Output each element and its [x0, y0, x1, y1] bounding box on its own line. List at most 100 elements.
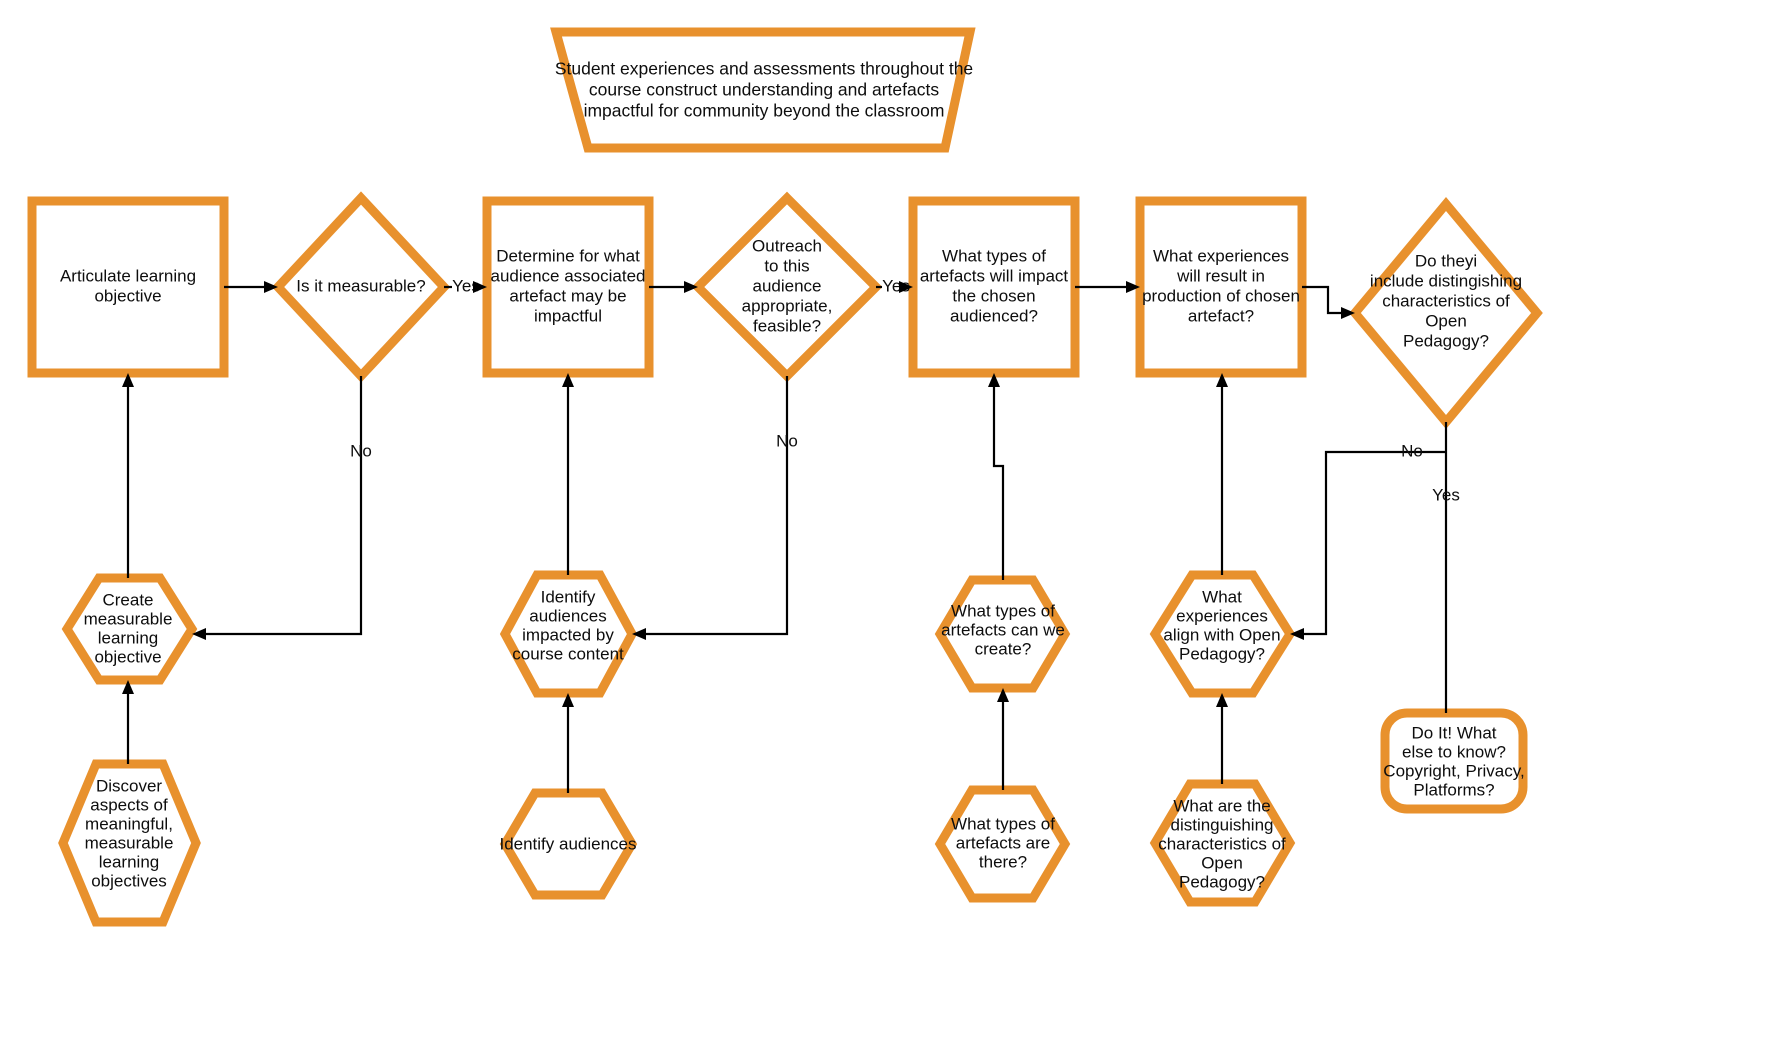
determine-audience-line-3: impactful — [534, 306, 602, 325]
distinguishing-open-pedagogy-line-3: Open — [1425, 311, 1467, 330]
create-measurable-objective-line-1: measurable — [84, 609, 173, 628]
edge-artefacts-there-to-artefacts-create — [997, 688, 1009, 790]
experiences-align-open-pedagogy-line-3: Pedagogy? — [1179, 644, 1265, 663]
distinguishing-characteristics-line-3: Open — [1201, 853, 1243, 872]
experiences-production-line-3: artefact? — [1188, 306, 1254, 325]
edge-measurable-yes-to-determine: Yes — [444, 276, 487, 295]
discover-aspects-line-5: objectives — [91, 871, 167, 890]
edge-identify-impacted-to-determine — [562, 373, 574, 575]
distinguishing-characteristics-line-0: What are the — [1173, 796, 1270, 815]
edge-label-pedagogy-yes: Yes — [1432, 485, 1460, 504]
node-articulate-learning-objective[interactable]: Articulate learning objective — [27, 196, 229, 378]
artefact-types-impact-line-1: artefacts will impact — [920, 266, 1069, 285]
determine-audience-line-1: audience associated — [490, 266, 645, 285]
edge-line — [992, 383, 1005, 580]
artefacts-are-there-line-1: artefacts are — [956, 833, 1051, 852]
distinguishing-open-pedagogy-line-4: Pedagogy? — [1403, 331, 1489, 350]
discover-aspects-line-2: meaningful, — [85, 814, 173, 833]
identify-audiences-impacted-line-2: impacted by — [522, 625, 614, 644]
identify-audiences-impacted-line-1: audiences — [529, 606, 607, 625]
node-artefact-types-impact[interactable]: What types of artefacts will impact the … — [908, 196, 1080, 378]
node-identify-audiences[interactable]: Identify audiences — [499, 788, 638, 900]
banner-line-1: course construct understanding and artef… — [589, 80, 939, 100]
banner-line-2: impactful for community beyond the class… — [584, 101, 945, 121]
experiences-production-line-1: will result in — [1176, 266, 1265, 285]
create-measurable-objective-line-2: learning — [98, 628, 159, 647]
flowchart-svg: Student experiences and assessments thro… — [27, 27, 1543, 927]
identify-audiences-impacted-line-0: Identify — [541, 587, 596, 606]
artefacts-can-we-create-line-1: artefacts can we — [941, 620, 1065, 639]
node-identify-audiences-impacted[interactable]: Identify audiences impacted by course co… — [499, 570, 638, 698]
distinguishing-characteristics-line-4: Pedagogy? — [1179, 872, 1265, 891]
node-artefacts-are-there[interactable]: What types of artefacts are there? — [934, 785, 1071, 903]
edge-line — [642, 376, 789, 636]
edge-create-to-articulate — [122, 373, 134, 578]
experiences-align-open-pedagogy-line-0: What — [1202, 587, 1242, 606]
edge-distinguishing-char-to-experiences-align — [1216, 693, 1228, 784]
artefact-types-impact-line-0: What types of — [942, 246, 1046, 265]
experiences-align-open-pedagogy-line-1: experiences — [1176, 606, 1268, 625]
artefacts-are-there-line-0: What types of — [951, 814, 1055, 833]
do-it-what-else-line-3: Platforms? — [1413, 780, 1494, 799]
node-distinguishing-open-pedagogy[interactable]: Do theyi include distingishing character… — [1349, 196, 1543, 430]
artefacts-can-we-create-line-2: create? — [975, 639, 1032, 658]
edge-pedagogy-no-to-experiences-align: No — [1290, 441, 1446, 640]
create-measurable-objective-line-3: objective — [94, 647, 161, 666]
outreach-feasible-line-3: appropriate, — [742, 296, 833, 315]
edge-determine-to-outreach — [649, 281, 698, 293]
distinguishing-characteristics-line-2: characteristics of — [1158, 834, 1286, 853]
distinguishing-open-pedagogy-line-2: characteristics of — [1382, 291, 1510, 310]
node-artefacts-can-we-create[interactable]: What types of artefacts can we create? — [934, 575, 1071, 693]
outreach-feasible-line-1: to this — [764, 256, 809, 275]
edge-artefact-types-to-experiences — [1075, 281, 1140, 293]
edge-experiences-to-distinguishing — [1302, 285, 1355, 319]
outreach-feasible-line-2: audience — [752, 276, 821, 295]
outreach-feasible-line-4: feasible? — [753, 316, 821, 335]
distinguishing-characteristics-line-1: distinguishing — [1170, 815, 1273, 834]
node-outreach-feasible[interactable]: Outreach to this audience appropriate, f… — [691, 191, 883, 383]
discover-aspects-line-0: Discover — [96, 776, 162, 795]
distinguishing-open-pedagogy-line-1: include distingishing — [1370, 271, 1522, 290]
artefacts-are-there-line-2: there? — [979, 852, 1027, 871]
edge-label-measurable-no: No — [350, 441, 372, 460]
edge-experiences-align-to-experiences-production — [1216, 373, 1228, 575]
discover-aspects-line-1: aspects of — [90, 795, 168, 814]
edge-line — [1302, 285, 1345, 315]
experiences-align-open-pedagogy-line-2: align with Open — [1163, 625, 1280, 644]
artefact-types-impact-line-2: the chosen — [952, 286, 1035, 305]
node-experiences-align-open-pedagogy[interactable]: What experiences align with Open Pedagog… — [1149, 570, 1296, 698]
articulate-learning-objective-line-1: objective — [94, 286, 161, 305]
edge-measurable-no-to-create: No — [192, 376, 372, 640]
discover-aspects-line-4: learning — [99, 852, 160, 871]
determine-audience-line-2: artefact may be — [509, 286, 626, 305]
do-it-what-else-line-1: else to know? — [1402, 742, 1506, 761]
identify-audiences-impacted-line-3: course content — [512, 644, 624, 663]
edge-label-pedagogy-no: No — [1401, 441, 1423, 460]
do-it-what-else-line-2: Copyright, Privacy, — [1383, 761, 1524, 780]
edge-discover-to-create — [122, 680, 134, 764]
node-discover-aspects[interactable]: Discover aspects of meaningful, measurab… — [58, 759, 201, 927]
edge-label-outreach-no: No — [776, 431, 798, 450]
artefacts-can-we-create-line-0: What types of — [951, 601, 1055, 620]
determine-audience-line-0: Determine for what — [496, 246, 640, 265]
edge-artefacts-create-to-artefact-types — [988, 373, 1005, 580]
node-is-it-measurable[interactable]: Is it measurable? — [271, 191, 451, 383]
experiences-production-line-2: production of chosen — [1142, 286, 1300, 305]
node-do-it-what-else[interactable]: Do It! What else to know? Copyright, Pri… — [1380, 708, 1528, 814]
distinguishing-open-pedagogy-line-0: Do theyi — [1415, 251, 1477, 270]
outreach-feasible-line-0: Outreach — [752, 236, 822, 255]
node-determine-audience[interactable]: Determine for what audience associated a… — [482, 196, 654, 378]
node-create-measurable-objective[interactable]: Create measurable learning objective — [61, 573, 198, 685]
edge-outreach-yes-to-artefact-types: Yes — [876, 276, 913, 295]
identify-audiences-line-0: Identify audiences — [499, 834, 636, 853]
node-experiences-production[interactable]: What experiences will result in producti… — [1135, 196, 1307, 378]
edge-identify-to-identify-impacted — [562, 693, 574, 793]
edge-line — [202, 376, 363, 636]
artefact-types-impact-line-3: audienced? — [950, 306, 1038, 325]
discover-aspects-line-3: measurable — [85, 833, 174, 852]
create-measurable-objective-line-0: Create — [102, 590, 153, 609]
node-distinguishing-characteristics[interactable]: What are the distinguishing characterist… — [1149, 779, 1296, 907]
experiences-production-line-0: What experiences — [1153, 246, 1289, 265]
banner-line-0: Student experiences and assessments thro… — [555, 59, 973, 79]
flowchart-canvas: Student experiences and assessments thro… — [0, 0, 1768, 1053]
